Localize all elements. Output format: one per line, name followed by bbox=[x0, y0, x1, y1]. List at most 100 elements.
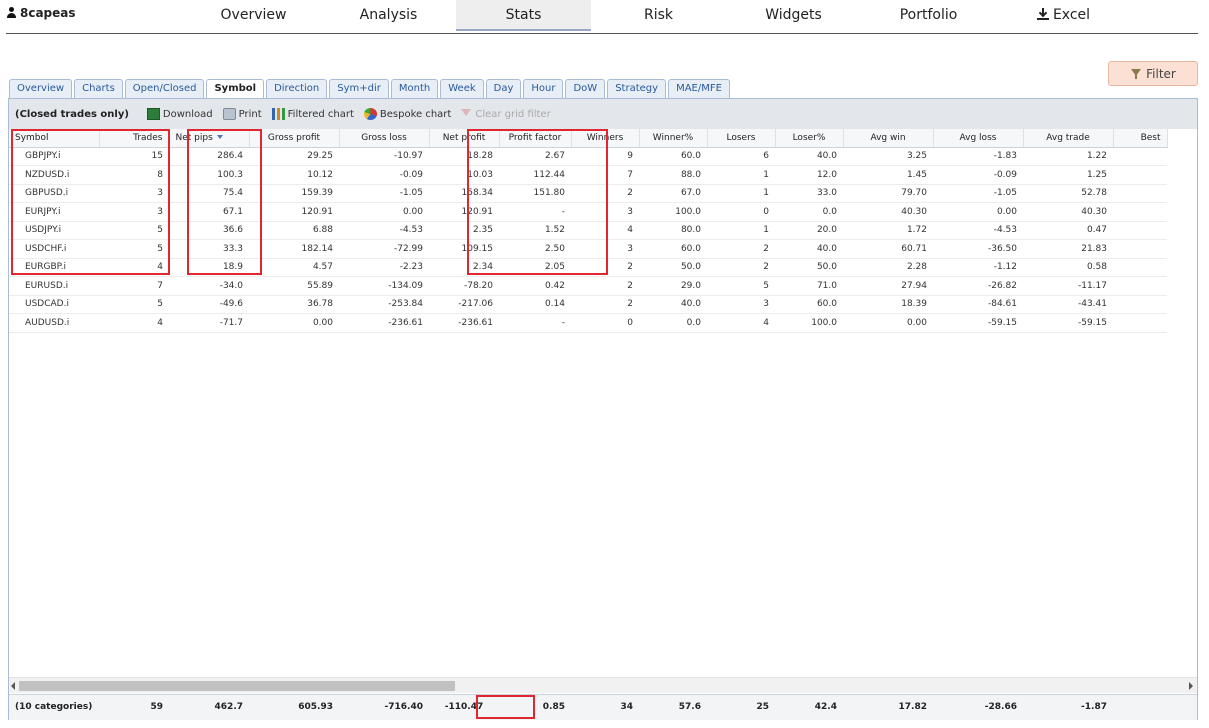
filter-button[interactable]: Filter bbox=[1108, 61, 1198, 86]
cell-best bbox=[1113, 165, 1167, 185]
clear-grid-filter-button[interactable]: Clear grid filter bbox=[461, 108, 551, 120]
print-button[interactable]: Print bbox=[222, 108, 262, 120]
tab-open-closed[interactable]: Open/Closed bbox=[124, 79, 205, 98]
cell-loser: 100.0 bbox=[775, 313, 843, 333]
horizontal-scrollbar[interactable] bbox=[9, 677, 1197, 693]
tab-day[interactable]: Day bbox=[485, 79, 522, 98]
cell-avg-win: 0.00 bbox=[843, 313, 933, 333]
table-row[interactable]: EURGBP.i 4 18.9 4.57 -2.23 2.34 2.05 2 50.0 2 50.0… bbox=[9, 258, 1167, 277]
column-header-avg-trade[interactable]: Avg trade bbox=[1023, 129, 1114, 148]
column-header-label: Loser% bbox=[792, 132, 826, 143]
table-row[interactable]: USDJPY.i 5 36.6 6.88 -4.53 2.35 1.52 4 80.0 1 20.0… bbox=[9, 221, 1167, 240]
scroll-right-icon[interactable] bbox=[1189, 682, 1193, 690]
column-header-best[interactable]: Best bbox=[1113, 129, 1168, 148]
filtered-chart-button[interactable]: Filtered chart bbox=[271, 108, 354, 120]
column-header-trades[interactable]: Trades bbox=[99, 129, 170, 148]
cell-trades: 8 bbox=[99, 165, 169, 185]
column-header-label: Winners bbox=[586, 132, 624, 143]
cell-net-profit: 158.34 bbox=[429, 184, 499, 203]
bar-chart-icon bbox=[271, 108, 285, 120]
nav-stats[interactable]: Stats bbox=[456, 0, 591, 31]
table-row[interactable]: NZDUSD.i 8 100.3 10.12 -0.09 10.03 112.44 7 88.0… bbox=[9, 165, 1167, 185]
tab-hour[interactable]: Hour bbox=[523, 79, 564, 98]
cell-gross-loss: -236.61 bbox=[339, 313, 429, 333]
cell-loser: 40.0 bbox=[775, 239, 843, 259]
column-header-losers[interactable]: Losers bbox=[707, 129, 776, 148]
nav-risk[interactable]: Risk bbox=[591, 0, 726, 31]
column-header-label: Gross profit bbox=[267, 132, 321, 143]
column-header-avg-loss[interactable]: Avg loss bbox=[933, 129, 1024, 148]
column-header-symbol[interactable]: Symbol bbox=[9, 129, 100, 148]
tab-dow[interactable]: DoW bbox=[565, 79, 606, 98]
cell-net-profit: -78.20 bbox=[429, 276, 499, 296]
cell-symbol: EURUSD.i bbox=[9, 276, 99, 296]
cell-winners: 3 bbox=[571, 239, 639, 259]
totals-row: (10 categories) 59 462.7 605.93 -716.40 -110.… bbox=[9, 694, 1197, 720]
column-header-net-profit[interactable]: Net profit bbox=[429, 129, 500, 148]
cell-symbol: USDJPY.i bbox=[9, 221, 99, 240]
cell-losers: 1 bbox=[707, 184, 775, 203]
column-header-gross-loss[interactable]: Gross loss bbox=[339, 129, 430, 148]
cell-loser: 20.0 bbox=[775, 221, 843, 240]
tab-mae-mfe[interactable]: MAE/MFE bbox=[668, 79, 730, 98]
cell-gross-profit: 10.12 bbox=[249, 165, 339, 185]
column-header-winner[interactable]: Winner% bbox=[639, 129, 708, 148]
tab-strategy[interactable]: Strategy bbox=[607, 79, 667, 98]
cell-winner: 29.0 bbox=[639, 276, 707, 296]
tab-symbol[interactable]: Symbol bbox=[206, 79, 265, 99]
cell-winner: 40.0 bbox=[639, 295, 707, 314]
scroll-left-icon[interactable] bbox=[11, 682, 15, 690]
bespoke-chart-button[interactable]: Bespoke chart bbox=[363, 108, 451, 120]
nav-widgets[interactable]: Widgets bbox=[726, 0, 861, 31]
sort-descending-icon[interactable] bbox=[216, 134, 223, 139]
cell-loser: 12.0 bbox=[775, 165, 843, 185]
cell-winner: 80.0 bbox=[639, 221, 707, 240]
cell-winner: 60.0 bbox=[639, 239, 707, 259]
nav-portfolio[interactable]: Portfolio bbox=[861, 0, 996, 31]
cell-gross-loss: 0.00 bbox=[339, 202, 429, 222]
cell-best bbox=[1113, 258, 1167, 277]
total-net-pips: 462.7 bbox=[214, 702, 243, 712]
cell-winners: 2 bbox=[571, 295, 639, 314]
table-row[interactable]: EURJPY.i 3 67.1 120.91 0.00 120.91-3 100.0 0 0.0… bbox=[9, 202, 1167, 222]
cell-winner: 67.0 bbox=[639, 184, 707, 203]
nav-excel[interactable]: Excel bbox=[996, 0, 1131, 31]
tab-charts[interactable]: Charts bbox=[74, 79, 123, 98]
cell-best bbox=[1113, 276, 1167, 296]
user-account[interactable]: 8capeas bbox=[6, 6, 76, 20]
tab-week[interactable]: Week bbox=[440, 79, 484, 98]
column-header-gross-profit[interactable]: Gross profit bbox=[249, 129, 340, 148]
table-row[interactable]: GBPJPY.i 15 286.4 29.25 -10.97 18.28 2.67 9 60.0… bbox=[9, 147, 1167, 166]
column-header-label: Gross loss bbox=[361, 132, 407, 143]
cell-symbol: GBPUSD.i bbox=[9, 184, 99, 203]
tab-overview[interactable]: Overview bbox=[9, 79, 73, 98]
cell-avg-loss: -26.82 bbox=[933, 276, 1023, 296]
nav-analysis[interactable]: Analysis bbox=[321, 0, 456, 31]
nav-overview[interactable]: Overview bbox=[186, 0, 321, 31]
cell-symbol: USDCAD.i bbox=[9, 295, 99, 314]
table-row[interactable]: USDCHF.i 5 33.3 182.14 -72.99 109.15 2.50 3 60.0… bbox=[9, 239, 1167, 259]
scroll-thumb[interactable] bbox=[19, 681, 455, 691]
tab-month[interactable]: Month bbox=[390, 79, 439, 98]
cell-net-profit: 2.35 bbox=[429, 221, 499, 240]
table-row[interactable]: EURUSD.i 7 -34.0 55.89 -134.09 -78.20 0.42 2 29.… bbox=[9, 276, 1167, 296]
column-header-winners[interactable]: Winners bbox=[571, 129, 640, 148]
cell-gross-profit: 4.57 bbox=[249, 258, 339, 277]
table-row[interactable]: AUDUSD.i 4 -71.7 0.00 -236.61 -236.61-0 0.0 4 10… bbox=[9, 313, 1167, 333]
column-header-net-pips[interactable]: Net pips bbox=[169, 129, 250, 148]
tab-direction[interactable]: Direction bbox=[266, 79, 328, 98]
cell-losers: 1 bbox=[707, 165, 775, 185]
tab-sym-dir[interactable]: Sym+dir bbox=[329, 79, 389, 98]
column-header-avg-win[interactable]: Avg win bbox=[843, 129, 934, 148]
column-header-profit-factor[interactable]: Profit factor bbox=[499, 129, 572, 148]
cell-symbol: EURJPY.i bbox=[9, 202, 99, 222]
cell-avg-trade: 52.78 bbox=[1023, 184, 1113, 203]
cell-winners: 0 bbox=[571, 313, 639, 333]
table-row[interactable]: USDCAD.i 5 -49.6 36.78 -253.84 -217.06 0.14 2 40… bbox=[9, 295, 1167, 314]
download-button[interactable]: Download bbox=[146, 108, 213, 120]
table-row[interactable]: GBPUSD.i 3 75.4 159.39 -1.05 158.34 151.80 2 67.… bbox=[9, 184, 1167, 203]
cell-net-pips: -34.0 bbox=[169, 276, 249, 296]
column-header-loser[interactable]: Loser% bbox=[775, 129, 844, 148]
pie-chart-icon bbox=[363, 108, 377, 120]
cell-avg-win: 1.72 bbox=[843, 221, 933, 240]
